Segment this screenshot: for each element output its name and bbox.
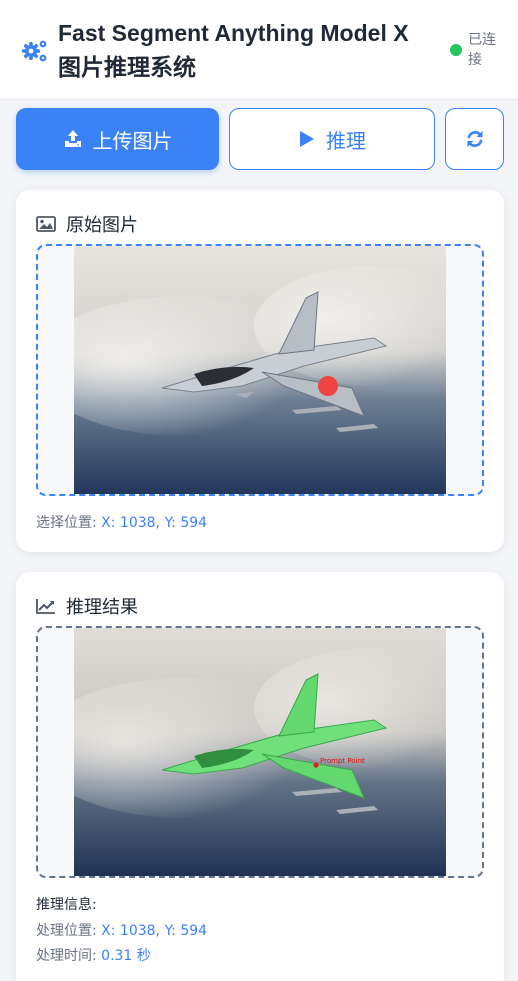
selected-position-label: 选择位置: [36, 515, 97, 531]
original-photo[interactable] [74, 246, 446, 494]
app-header: Fast Segment Anything Model X 图片推理系统 已连 … [0, 0, 518, 100]
infer-label: 推理 [326, 128, 366, 153]
result-position-label: 处理位置: [36, 923, 97, 939]
prompt-point-label: Prompt Point [320, 757, 365, 765]
result-title: 推理结果 [66, 597, 138, 618]
selected-point-marker [318, 376, 338, 396]
title-line-2: 图片推理系统 [58, 54, 196, 80]
status-text: 已连 接 [468, 30, 508, 70]
gear-icon [22, 40, 47, 62]
status-line-2: 接 [468, 52, 482, 68]
refresh-button[interactable] [445, 108, 504, 170]
result-time-value: 0.31 秒 [101, 948, 151, 964]
result-photo: Prompt Point [74, 628, 446, 876]
infer-button[interactable]: 推理 [229, 108, 435, 170]
status-line-1: 已连 [468, 32, 496, 48]
refresh-icon [467, 131, 482, 147]
selected-position: 选择位置: X: 1038, Y: 594 [36, 512, 207, 532]
result-header: 推理结果 [36, 594, 138, 618]
upload-label: 上传图片 [92, 128, 173, 153]
page-title: Fast Segment Anything Model X 图片推理系统 [58, 16, 438, 84]
result-time-label: 处理时间: [36, 948, 97, 964]
original-image-header: 原始图片 [36, 212, 138, 236]
result-position: 处理位置: X: 1038, Y: 594 [36, 920, 207, 940]
original-image-dropzone[interactable] [36, 244, 484, 496]
result-image-frame: Prompt Point [36, 626, 484, 878]
status-dot-icon [450, 44, 462, 56]
chart-line-icon [36, 599, 55, 614]
prompt-point-marker [313, 762, 319, 768]
selected-position-value: X: 1038, Y: 594 [101, 515, 208, 531]
original-image-card: 原始图片 选择位置: X: 1038, Y: 594 [16, 190, 504, 552]
title-line-1: Fast Segment Anything Model X [58, 20, 409, 46]
result-position-value: X: 1038, Y: 594 [101, 923, 208, 939]
result-card: 推理结果 Prompt Point 推理信息: 处理位置: X: 1038, Y… [16, 572, 504, 981]
result-info-title: 推理信息: [36, 897, 97, 913]
result-time: 处理时间: 0.31 秒 [36, 945, 151, 965]
play-icon [300, 131, 314, 147]
original-image-title: 原始图片 [66, 215, 138, 236]
image-icon [36, 216, 56, 232]
upload-button[interactable]: 上传图片 [16, 108, 219, 170]
upload-icon [64, 130, 81, 147]
